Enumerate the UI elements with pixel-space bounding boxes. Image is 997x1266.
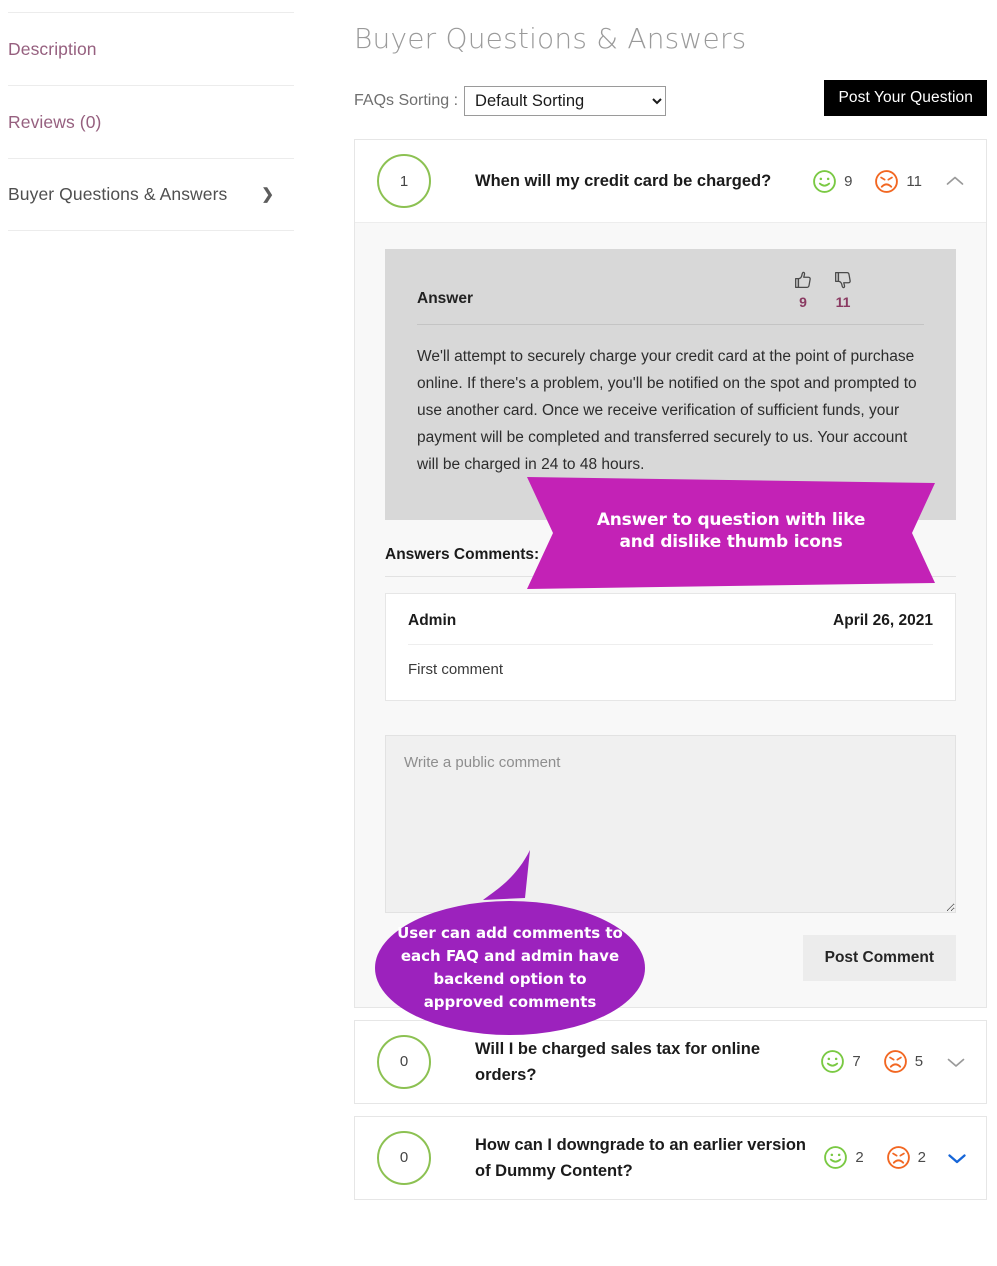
sorting-label: FAQs Sorting :	[354, 92, 459, 109]
faq-expand-toggle[interactable]	[945, 1051, 966, 1073]
page-title: Buyer Questions & Answers	[354, 22, 747, 55]
comment-item: Admin April 26, 2021 First comment	[385, 592, 956, 701]
answers-comments-title: Answers Comments:	[385, 546, 956, 577]
sidebar-item-label: Reviews (0)	[8, 111, 102, 132]
thumbs-down-icon	[835, 272, 851, 289]
faq-dislike-vote[interactable]: 5	[883, 1049, 923, 1074]
comment-author: Admin	[408, 611, 457, 629]
smiley-face-icon	[821, 1050, 845, 1073]
answer-thumb-down-count: 11	[835, 294, 851, 310]
faq-answer-count-badge: 0	[377, 1034, 431, 1089]
smiley-face-icon	[813, 169, 836, 193]
answer-thumb-up[interactable]: 9	[792, 269, 814, 310]
sidebar-item-label: Description	[8, 38, 97, 59]
faq-vote-group: 9 11	[812, 169, 922, 194]
sidebar-item-description[interactable]: Description	[8, 12, 294, 85]
faq-card: 0 Will I be charged sales tax for online…	[354, 1019, 987, 1104]
faq-question-text: Will I be charged sales tax for online o…	[475, 1039, 761, 1084]
chevron-down-icon	[948, 1153, 966, 1163]
answer-thumbs: 9 11	[792, 269, 924, 310]
sad-face-icon	[886, 1146, 910, 1169]
faq-header[interactable]: 0 How can I downgrade to an earlier vers…	[355, 1116, 986, 1199]
faq-like-count: 7	[852, 1053, 861, 1070]
thumbs-up-icon	[795, 271, 811, 288]
comment-form-actions: Post Comment	[385, 934, 956, 981]
smiley-face-icon	[824, 1146, 848, 1169]
faq-header[interactable]: 0 Will I be charged sales tax for online…	[355, 1020, 986, 1103]
faq-expand-toggle[interactable]	[948, 1147, 966, 1169]
faq-question-text: How can I downgrade to an earlier versio…	[475, 1135, 806, 1180]
toolbar: FAQs Sorting : Default Sorting Post Your…	[354, 80, 987, 119]
faq-card: 1 When will my credit card be charged? 9	[354, 139, 987, 1008]
faq-sorting-select[interactable]: Default Sorting	[464, 86, 667, 116]
comment-body: First comment	[408, 660, 504, 678]
chevron-right-icon: ❯	[261, 186, 274, 203]
answer-header: Answer 9 11	[417, 269, 924, 325]
faq-like-vote[interactable]: 2	[823, 1145, 864, 1170]
faq-card: 0 How can I downgrade to an earlier vers…	[354, 1115, 987, 1200]
faq-vote-group: 2 2	[823, 1145, 926, 1170]
faq-dislike-count: 2	[917, 1149, 926, 1166]
sidebar-item-buyer-questions[interactable]: Buyer Questions & Answers ❯	[8, 158, 294, 231]
sidebar-item-label: Buyer Questions & Answers	[8, 184, 228, 204]
faq-dislike-count: 5	[914, 1053, 924, 1070]
faq-like-count: 2	[855, 1149, 864, 1166]
faq-question-text: When will my credit card be charged?	[475, 172, 772, 190]
faq-dislike-vote[interactable]: 11	[874, 169, 922, 194]
sad-face-icon	[875, 169, 899, 193]
answer-label: Answer	[417, 290, 473, 307]
comment-date: April 26, 2021	[833, 611, 933, 629]
post-comment-button[interactable]: Post Comment	[802, 934, 956, 981]
main-content: Buyer Questions & Answers FAQs Sorting :…	[340, 0, 997, 1266]
faq-dislike-count: 11	[906, 172, 922, 190]
answer-thumb-down[interactable]: 11	[832, 269, 854, 310]
sad-face-icon	[883, 1050, 907, 1073]
answer-thumb-up-count: 9	[799, 294, 807, 310]
answer-box: Answer 9 11 We'll attempt to securely ch…	[385, 249, 956, 520]
faq-answer-count-badge: 0	[377, 1130, 431, 1185]
faq-header[interactable]: 1 When will my credit card be charged? 9	[355, 140, 986, 222]
comment-header: Admin April 26, 2021	[408, 612, 933, 645]
faq-answer-count-badge: 1	[377, 154, 431, 208]
answer-text: We'll attempt to securely charge your cr…	[417, 348, 917, 473]
chevron-up-icon	[946, 176, 964, 185]
faq-vote-group: 7 5	[820, 1049, 923, 1074]
page-root: Description Reviews (0) Buyer Questions …	[0, 0, 997, 1266]
comment-form: Post Comment	[385, 734, 956, 981]
faq-like-vote[interactable]: 9	[812, 169, 852, 194]
faq-like-vote[interactable]: 7	[820, 1049, 861, 1074]
sidebar-item-reviews[interactable]: Reviews (0)	[8, 85, 294, 158]
comment-textarea[interactable]	[385, 734, 956, 913]
faq-like-count: 9	[844, 172, 853, 190]
faq-collapse-toggle[interactable]	[944, 170, 966, 192]
faq-expanded-body: Answer 9 11 We'll attempt to securely ch…	[355, 222, 986, 1007]
post-your-question-button[interactable]: Post Your Question	[824, 80, 987, 116]
chevron-down-icon	[947, 1058, 964, 1067]
faq-dislike-vote[interactable]: 2	[886, 1145, 926, 1170]
sidebar: Description Reviews (0) Buyer Questions …	[0, 0, 340, 1266]
